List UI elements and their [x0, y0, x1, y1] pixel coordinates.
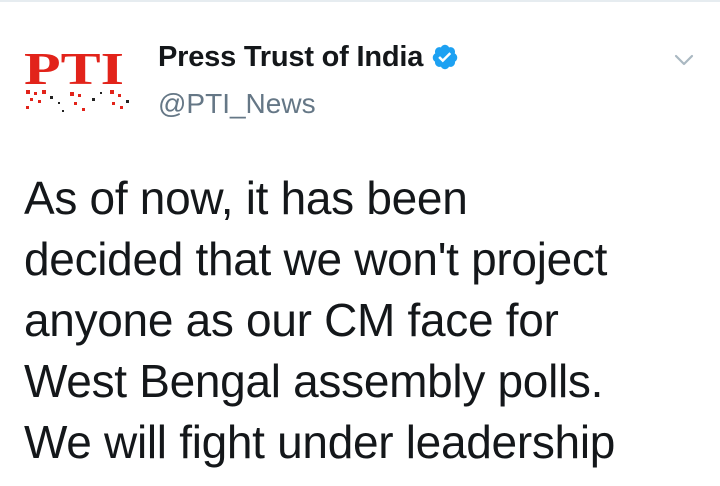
author-handle[interactable]: @PTI_News: [158, 88, 316, 120]
verified-badge-icon: [431, 43, 459, 71]
author-display-name[interactable]: Press Trust of India: [158, 41, 423, 74]
tweet-text: As of now, it has been decided that we w…: [24, 172, 616, 468]
author-name-row: Press Trust of India: [158, 38, 459, 76]
pti-logo-text: PTI: [24, 43, 124, 94]
top-divider: [0, 0, 720, 2]
avatar[interactable]: PTI: [22, 40, 132, 118]
chevron-down-icon: [674, 54, 694, 66]
tweet-menu-button[interactable]: [664, 44, 704, 76]
pti-logo-icon: PTI: [24, 43, 129, 112]
